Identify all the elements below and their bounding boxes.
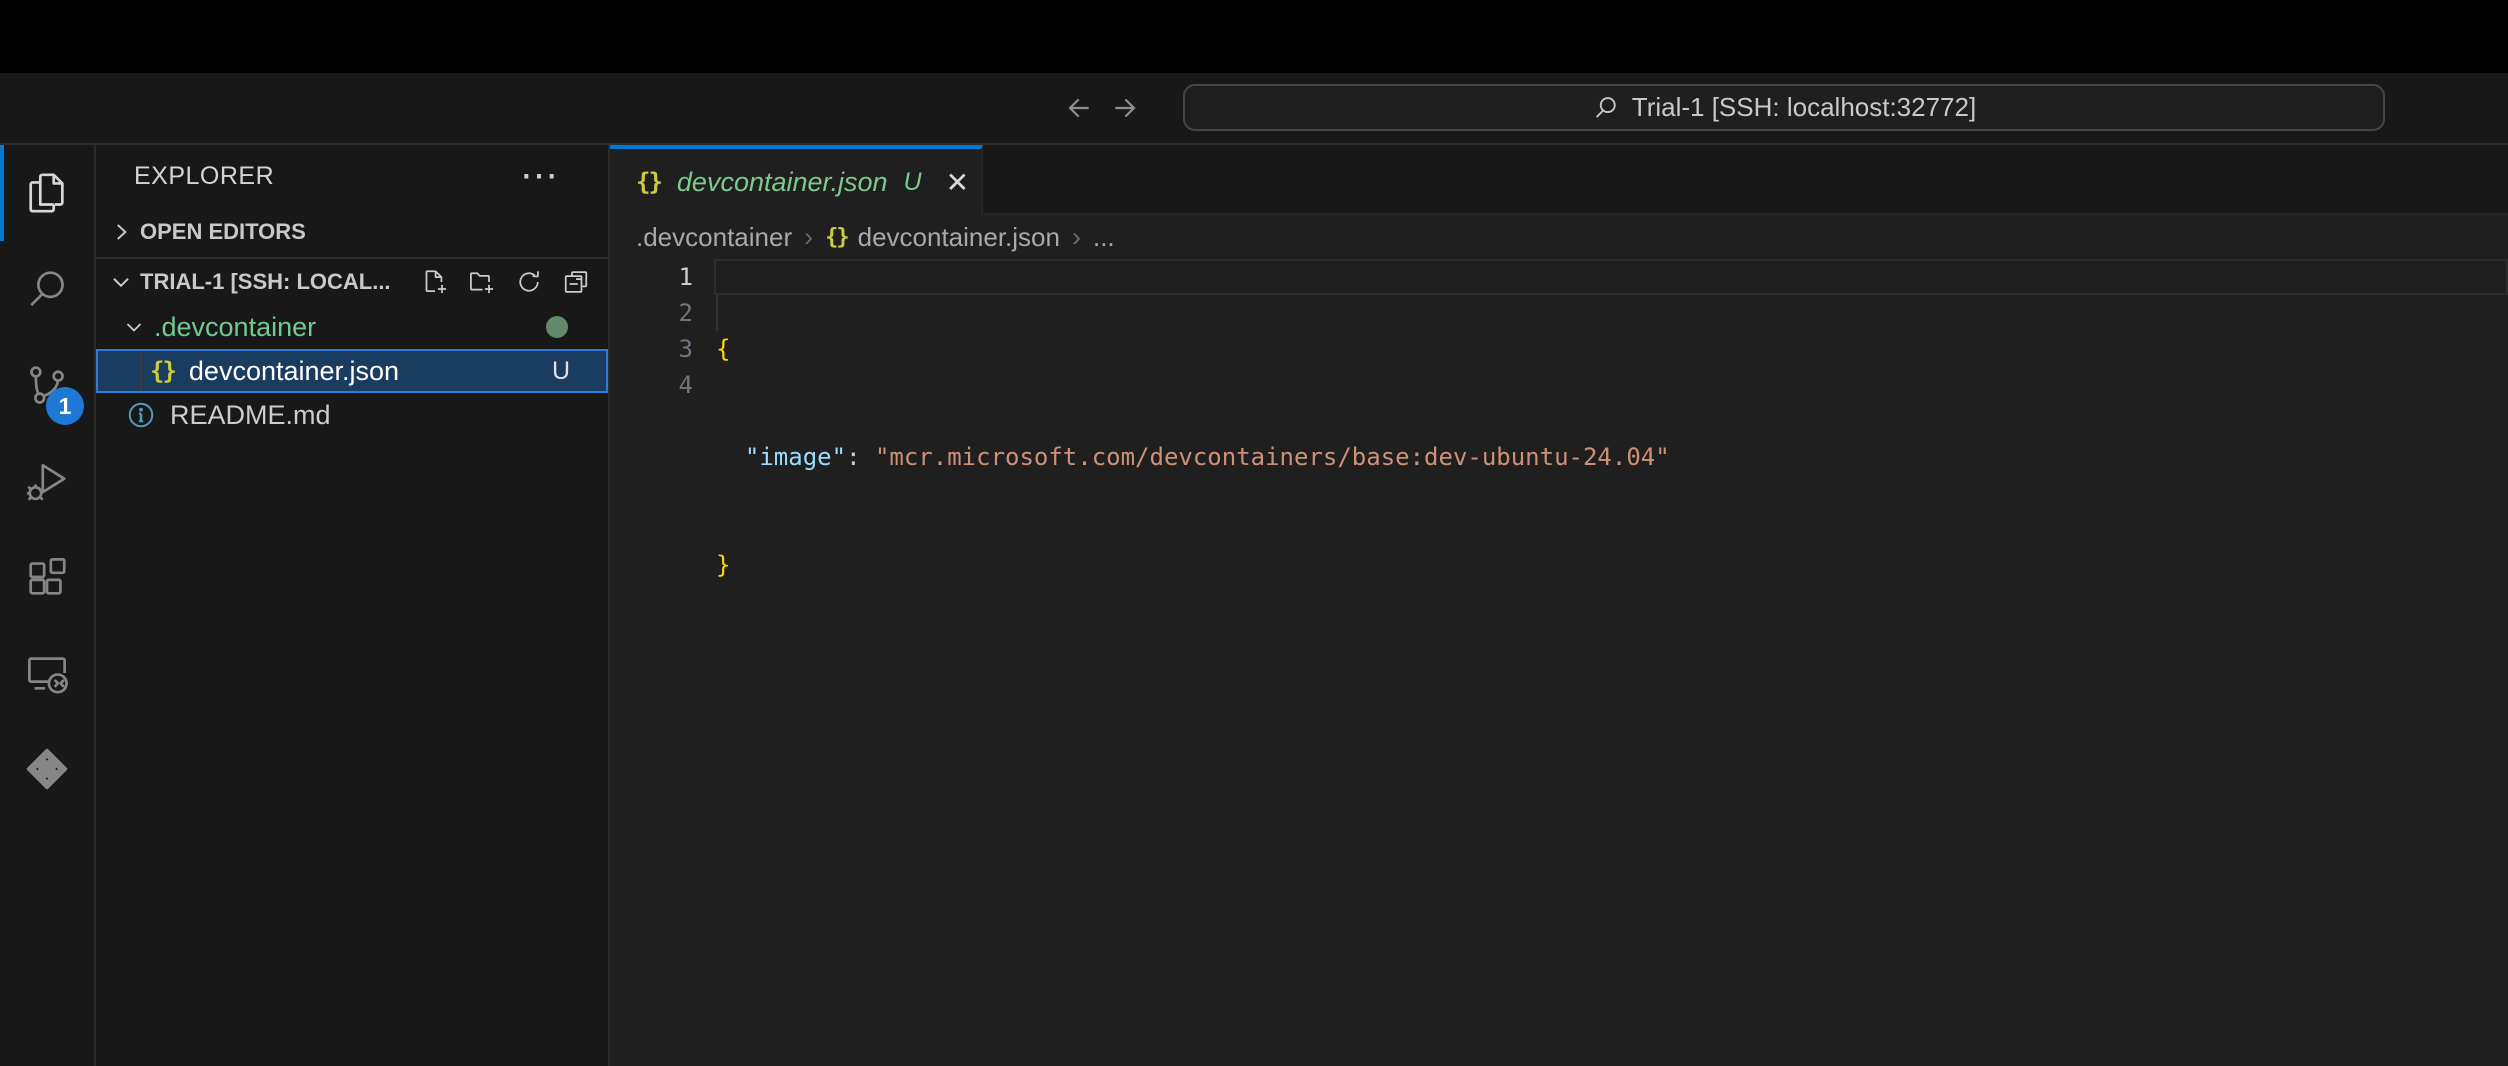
code-editor[interactable]: 1 2 3 4 { "image": "mcr.microsoft.com/de… [610, 259, 2508, 1066]
vscode-window: Trial-1 [SSH: localhost:32772] [0, 0, 2508, 1066]
file-name: devcontainer.json [189, 356, 399, 387]
breadcrumb: .devcontainer › {} devcontainer.json › .… [610, 215, 2508, 259]
line-number: 2 [610, 295, 693, 331]
activity-remote-explorer-button[interactable] [0, 625, 94, 721]
tree-item-readme[interactable]: README.md [96, 393, 608, 437]
command-center[interactable]: Trial-1 [SSH: localhost:32772] [1183, 84, 2385, 131]
tree-item-devcontainer-json[interactable]: {} devcontainer.json U [96, 349, 608, 393]
code-line: } [716, 547, 2508, 583]
git-modified-dot-badge [546, 316, 568, 338]
indent-guide [716, 295, 718, 331]
line-number: 1 [610, 259, 693, 295]
tree-item-devcontainer-folder[interactable]: .devcontainer [96, 305, 608, 349]
breadcrumb-symbol[interactable]: ... [1093, 222, 1115, 253]
activity-source-control-button[interactable]: 1 [0, 337, 94, 433]
files-icon [24, 170, 70, 216]
navigate-back-button[interactable] [1062, 92, 1094, 124]
activity-containers-button[interactable] [0, 721, 94, 817]
readme-info-icon [126, 400, 156, 430]
chevron-down-icon [122, 315, 146, 339]
tab-bar-empty-space [983, 145, 2508, 215]
tab-devcontainer-json[interactable]: {} devcontainer.json U ✕ [610, 145, 983, 215]
open-editors-section[interactable]: OPEN EDITORS [96, 207, 608, 257]
new-file-button[interactable] [421, 268, 449, 296]
code-line: "image": "mcr.microsoft.com/devcontainer… [716, 439, 2508, 475]
debug-icon [24, 458, 70, 504]
code-content: { "image": "mcr.microsoft.com/devcontain… [716, 259, 2508, 763]
chevron-separator-icon: › [1072, 222, 1081, 253]
title-bar: Trial-1 [SSH: localhost:32772] [0, 73, 2508, 145]
close-icon[interactable]: ✕ [946, 166, 969, 199]
command-center-label: Trial-1 [SSH: localhost:32772] [1632, 92, 1976, 123]
tree-indent-guide [140, 351, 142, 391]
more-actions-icon[interactable]: ⋯ [520, 166, 558, 186]
workspace-label: TRIAL-1 [SSH: LOCAL... [140, 269, 391, 295]
code-line [716, 655, 2508, 691]
git-untracked-badge: U [552, 357, 570, 386]
activity-extensions-button[interactable] [0, 529, 94, 625]
activity-run-debug-button[interactable] [0, 433, 94, 529]
refresh-button[interactable] [515, 268, 543, 296]
line-number-gutter: 1 2 3 4 [610, 259, 716, 403]
code-token: { [716, 335, 730, 363]
line-number: 4 [610, 367, 693, 403]
code-token: } [716, 551, 730, 579]
source-control-badge: 1 [46, 387, 84, 425]
breadcrumb-file[interactable]: devcontainer.json [858, 222, 1060, 253]
new-folder-button[interactable] [468, 268, 496, 296]
open-editors-label: OPEN EDITORS [140, 219, 306, 245]
activity-bar: 1 [0, 145, 96, 1066]
code-token [716, 443, 745, 471]
code-token: "image" [745, 443, 846, 471]
sidebar-title: EXPLORER [134, 162, 274, 191]
current-line-highlight [714, 259, 2508, 295]
activity-explorer-button[interactable] [0, 145, 94, 241]
tab-bar: {} devcontainer.json U ✕ [610, 145, 2508, 215]
code-line: { [716, 331, 2508, 367]
activity-search-button[interactable] [0, 241, 94, 337]
search-icon [1592, 94, 1620, 122]
containers-diamond-icon [24, 746, 70, 792]
extensions-icon [24, 554, 70, 600]
code-token: : [846, 443, 875, 471]
file-name: README.md [170, 400, 331, 431]
menu-strip [0, 0, 2508, 73]
collapse-all-button[interactable] [562, 268, 590, 296]
editor-group: {} devcontainer.json U ✕ .devcontainer ›… [610, 145, 2508, 1066]
chevron-down-icon [108, 269, 134, 295]
tab-label: devcontainer.json [677, 167, 888, 198]
line-number: 3 [610, 331, 693, 367]
remote-explorer-icon [24, 650, 70, 696]
folder-name: .devcontainer [154, 312, 316, 343]
explorer-sidebar: EXPLORER ⋯ OPEN EDITORS TRIAL-1 [SSH: LO… [96, 145, 610, 1066]
chevron-right-icon [108, 219, 134, 245]
json-file-icon: {} [150, 357, 175, 385]
search-icon [24, 266, 70, 312]
workspace-section[interactable]: TRIAL-1 [SSH: LOCAL... [96, 257, 608, 305]
json-file-icon: {} [825, 225, 848, 250]
code-token: "mcr.microsoft.com/devcontainers/base:de… [875, 443, 1670, 471]
tab-git-untracked-indicator: U [904, 168, 922, 197]
breadcrumb-folder[interactable]: .devcontainer [636, 222, 792, 253]
chevron-separator-icon: › [804, 222, 813, 253]
navigate-forward-button[interactable] [1110, 92, 1142, 124]
json-file-icon: {} [636, 168, 661, 196]
